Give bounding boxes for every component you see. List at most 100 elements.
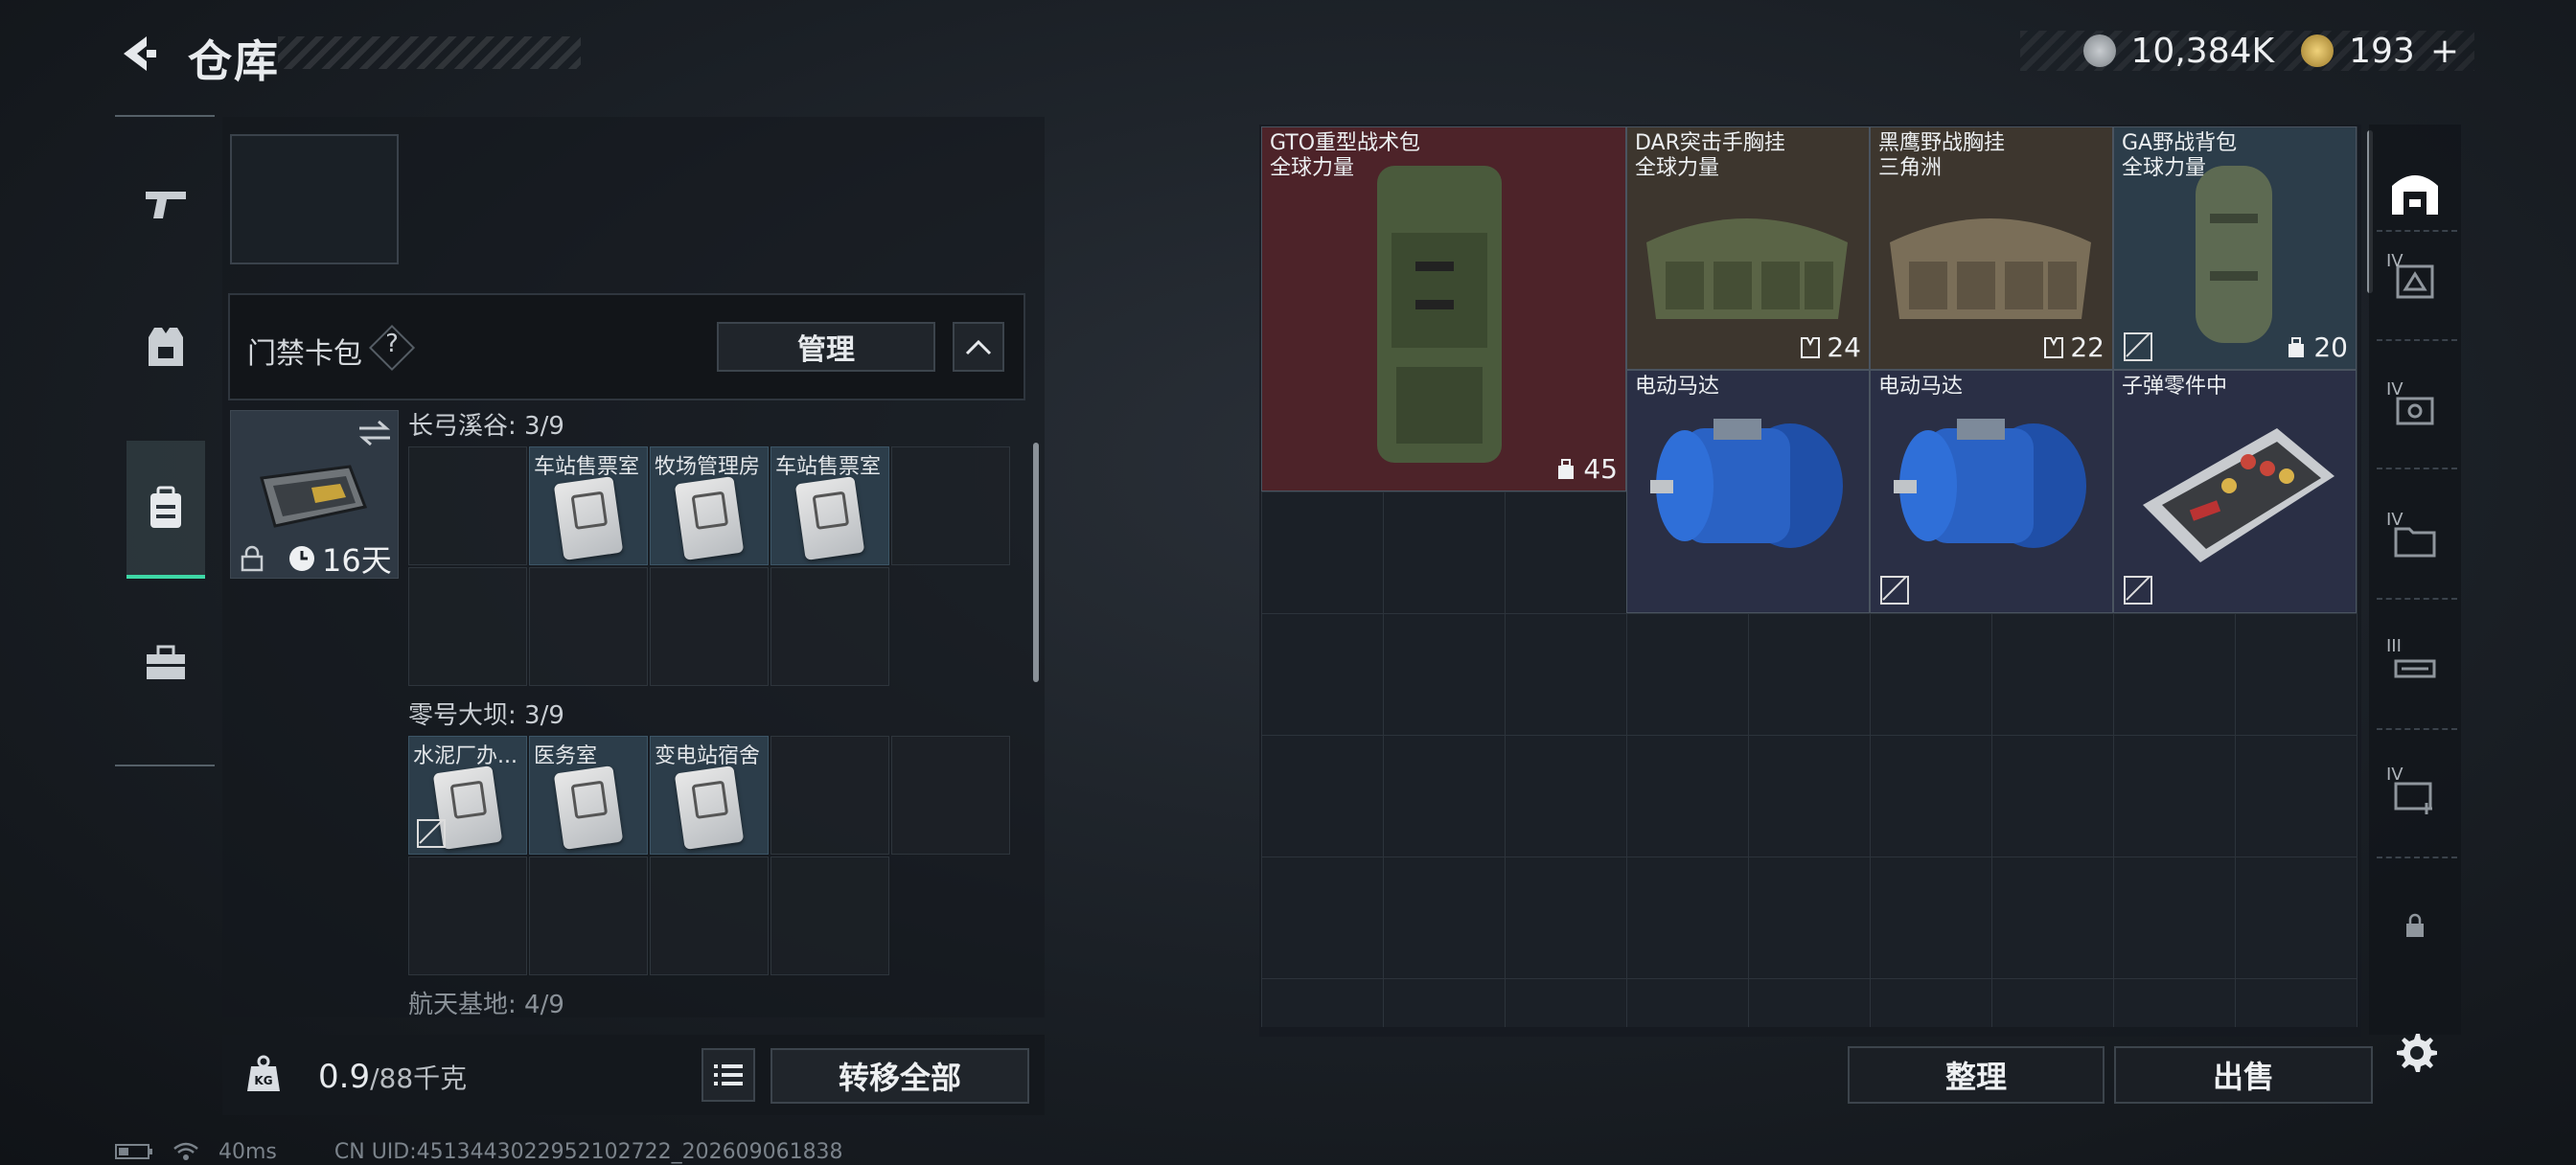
list-view-button[interactable] <box>702 1048 755 1102</box>
toolbox-icon <box>147 645 185 679</box>
empty-slot[interactable] <box>529 567 648 686</box>
gold-amount: 193 <box>2349 31 2415 71</box>
collapse-button[interactable] <box>953 322 1004 372</box>
keycard-slot[interactable]: 车站售票室 <box>529 446 648 565</box>
keycard-slot[interactable]: 牧场管理房 <box>650 446 769 565</box>
vest-capacity-icon <box>2044 336 2064 358</box>
battery-icon <box>115 1144 152 1159</box>
section-label-changgong: 长弓溪谷: 3/9 <box>408 412 564 441</box>
keycard-icon <box>674 765 745 850</box>
keycard-slot[interactable]: 车站售票室 <box>770 446 889 565</box>
empty-slot[interactable] <box>891 446 1010 565</box>
empty-slot[interactable] <box>891 736 1010 855</box>
keycard-slot[interactable]: 变电站宿舍 <box>650 736 769 855</box>
keycard-grid-dam: 水泥厂办... 医务室 变电站宿舍 <box>408 736 1010 975</box>
clock-icon <box>289 546 314 571</box>
stash-item-electric-motor[interactable]: 电动马达 <box>1870 370 2113 613</box>
list-icon <box>714 1064 743 1085</box>
stash-item-electric-motor[interactable]: 电动马达 <box>1626 370 1870 613</box>
chest-rig-image <box>1646 218 1848 319</box>
warehouse-icon <box>2392 175 2438 215</box>
transfer-all-button[interactable]: 转移全部 <box>770 1048 1029 1104</box>
tab-stash-4[interactable]: III <box>2380 632 2450 701</box>
uid-text: CN UID:4513443022952102722_202609061838 <box>334 1139 843 1164</box>
stash-item-ga-backpack[interactable]: GA野战背包 全球力量 20 <box>2113 126 2357 370</box>
stash-item-gto-backpack[interactable]: GTO重型战术包 全球力量 45 <box>1261 126 1626 491</box>
backpack-image <box>2196 166 2272 343</box>
case-duration: 16天 <box>288 537 392 581</box>
keycard-grid-changgong: 车站售票室 牧场管理房 车站售票室 <box>408 446 1010 686</box>
back-button[interactable] <box>115 27 163 80</box>
empty-slot[interactable] <box>770 567 889 686</box>
weight-value: 0.9/88千克 <box>318 1058 468 1096</box>
silver-amount: 10,384K <box>2130 31 2275 71</box>
empty-slot[interactable] <box>529 857 648 975</box>
empty-slot[interactable] <box>408 857 527 975</box>
empty-slot[interactable] <box>408 567 527 686</box>
gold-coin-icon <box>2301 34 2334 67</box>
swap-icon[interactable] <box>357 419 392 447</box>
nav-tools[interactable] <box>126 596 205 730</box>
backpack-image <box>1377 166 1502 463</box>
no-sell-icon <box>2124 576 2152 605</box>
sort-button[interactable]: 整理 <box>1848 1046 2104 1104</box>
keycard-icon <box>553 476 624 560</box>
tab-all[interactable] <box>2380 157 2450 226</box>
keycard-icon <box>794 476 865 560</box>
manage-button[interactable]: 管理 <box>717 322 935 372</box>
ammo-parts-image <box>2143 428 2334 562</box>
lock-icon <box>241 545 264 572</box>
back-arrow-icon <box>124 36 156 71</box>
no-sell-icon <box>2124 332 2152 361</box>
keycard-icon <box>553 765 624 850</box>
currency-bar: 10,384K 193 + <box>2020 31 2474 71</box>
tab-locked[interactable] <box>2380 891 2450 960</box>
empty-slot[interactable] <box>650 567 769 686</box>
capacity-icon <box>2288 336 2305 357</box>
keycard-icon <box>674 476 745 560</box>
no-sell-icon <box>417 819 446 848</box>
tab-stash-2[interactable]: IV <box>2380 376 2450 445</box>
equipped-bag-slot[interactable] <box>230 134 399 264</box>
tab-stash-3[interactable]: IV <box>2380 506 2450 575</box>
settings-button[interactable] <box>2390 1027 2442 1079</box>
stash-item-dar-chest-rig[interactable]: DAR突击手胸挂 全球力量 24 <box>1626 126 1870 370</box>
keycard-slot[interactable]: 医务室 <box>529 736 648 855</box>
add-currency-button[interactable]: + <box>2430 32 2459 71</box>
nav-weapons[interactable] <box>126 136 205 270</box>
empty-slot[interactable] <box>650 857 769 975</box>
category-sidebar <box>115 115 215 766</box>
wifi-icon <box>173 1142 198 1160</box>
silver-coin-icon <box>2082 34 2116 67</box>
tab-stash-5[interactable]: IV <box>2380 761 2450 830</box>
keycard-pack-title: 门禁卡包 <box>247 337 362 371</box>
backpack-icon <box>150 486 181 528</box>
pistol-icon <box>146 192 186 218</box>
sell-button[interactable]: 出售 <box>2114 1046 2373 1104</box>
section-label-dam: 零号大坝: 3/9 <box>408 701 564 730</box>
tab-stash-1[interactable]: IV <box>2380 247 2450 316</box>
svg-text:KG: KG <box>254 1074 272 1087</box>
keycard-slot[interactable]: 水泥厂办... <box>408 736 527 855</box>
title-decoration <box>278 36 581 69</box>
chevron-up-icon <box>965 339 992 355</box>
nav-equipment[interactable] <box>126 280 205 414</box>
stash-item-ammo-parts[interactable]: 子弹零件中 <box>2113 370 2357 613</box>
empty-slot[interactable] <box>770 857 889 975</box>
stash-item-blackhawk-rig[interactable]: 黑鹰野战胸挂 三角洲 22 <box>1870 126 2113 370</box>
gear-icon <box>2397 1034 2437 1072</box>
vest-icon <box>149 328 183 366</box>
case-days-text: 16天 <box>322 542 392 579</box>
page-title: 仓库 <box>188 35 280 87</box>
locked-slot <box>891 857 1010 975</box>
empty-slot[interactable] <box>408 446 527 565</box>
weight-icon: KG <box>234 1044 293 1104</box>
keycard-scrollbar[interactable] <box>1033 443 1039 682</box>
case-image <box>260 465 368 528</box>
nav-backpack[interactable] <box>126 441 205 579</box>
vest-capacity-icon <box>1801 336 1821 358</box>
section-label-spacebase: 航天基地: 4/9 <box>408 991 564 1019</box>
empty-slot[interactable] <box>770 736 889 855</box>
lock-icon <box>2406 913 2424 937</box>
locked-slot <box>891 567 1010 686</box>
